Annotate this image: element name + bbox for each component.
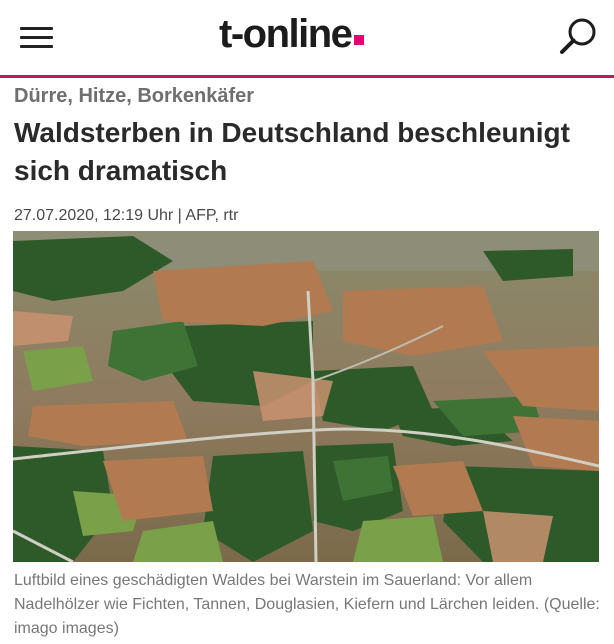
- article-meta: 27.07.2020, 12:19 Uhr | AFP, rtr: [14, 207, 239, 224]
- aerial-forest-photo: [13, 231, 599, 562]
- article-hero-image[interactable]: [13, 231, 599, 562]
- menu-bar: [20, 45, 53, 48]
- article-headline: Waldsterben in Deutschland beschleunigt …: [14, 117, 570, 186]
- hamburger-menu-icon[interactable]: [18, 22, 56, 52]
- logo-text: t-online: [219, 12, 353, 56]
- site-header: t-online: [0, 0, 614, 75]
- magnifier-search-icon[interactable]: [558, 16, 600, 58]
- site-logo[interactable]: t-online: [219, 12, 365, 66]
- logo-dot: [354, 35, 365, 45]
- menu-bar: [20, 36, 53, 39]
- header-divider: [0, 75, 614, 78]
- image-caption: Luftbild eines geschädigten Waldes bei W…: [14, 572, 600, 637]
- menu-bar: [20, 27, 53, 30]
- article-page: t-online Dürre, Hitze, Borkenkäfer Walds…: [0, 0, 614, 644]
- article-kicker: Dürre, Hitze, Borkenkäfer: [14, 85, 255, 107]
